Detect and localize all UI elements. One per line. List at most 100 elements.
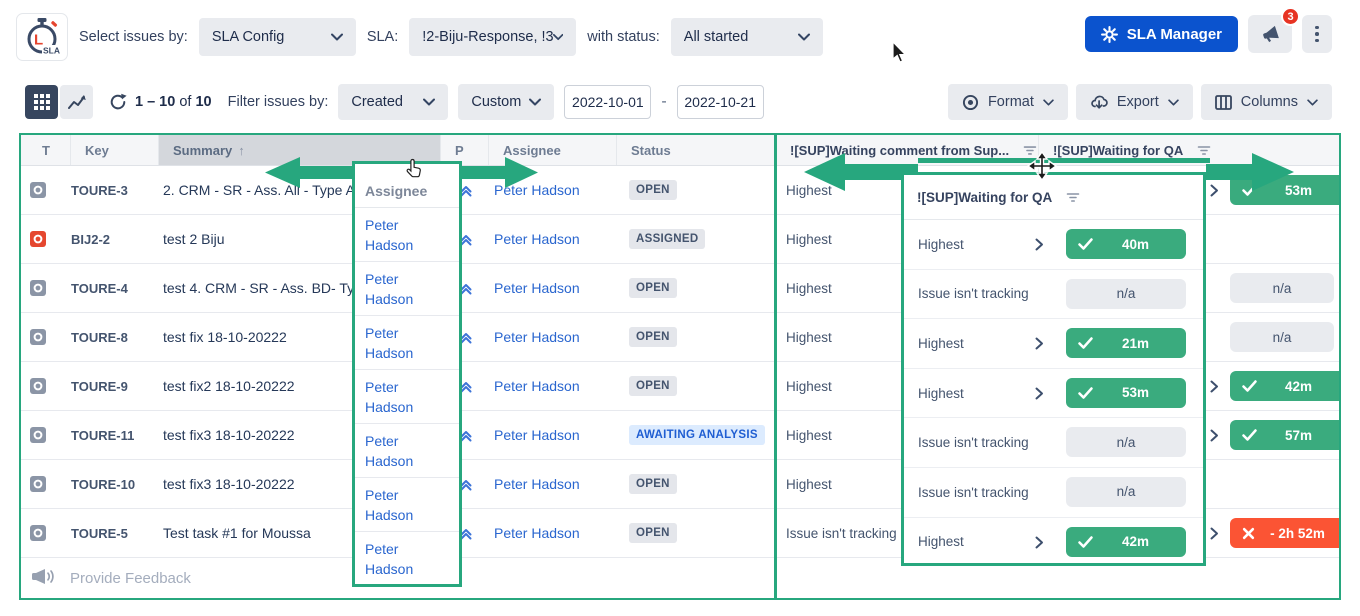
sla-priority-label: Highest: [918, 335, 964, 351]
issue-key[interactable]: TOURE-8: [71, 313, 159, 361]
column-header-type[interactable]: T: [21, 135, 71, 165]
sla-label: SLA:: [366, 29, 399, 45]
chevron-down-icon: [1307, 98, 1318, 106]
assignee-link[interactable]: Peter Hadson: [365, 487, 413, 523]
status-badge: OPEN: [629, 523, 677, 543]
assignee-link[interactable]: Peter Hadson: [494, 231, 580, 247]
assignee-link[interactable]: Peter Hadson: [494, 378, 580, 394]
issue-key[interactable]: TOURE-5: [71, 509, 159, 557]
expand-chevron-icon[interactable]: [1210, 380, 1219, 393]
sla-na-badge: n/a: [1230, 273, 1334, 303]
filter-icon[interactable]: [1196, 143, 1212, 158]
assignee-column-drag-overlay[interactable]: Assignee Peter Hadson Peter Hadson Peter…: [352, 161, 462, 587]
status-dropdown[interactable]: All started: [670, 18, 823, 56]
assignee-link[interactable]: Peter Hadson: [365, 325, 413, 361]
date-from-input[interactable]: 2022-10-01: [564, 85, 652, 119]
assignee-link[interactable]: Peter Hadson: [365, 541, 413, 577]
issue-key[interactable]: TOURE-11: [71, 411, 159, 459]
chevron-down-icon: [330, 33, 343, 41]
status-badge: OPEN: [629, 474, 677, 494]
filter-field-dropdown[interactable]: Created: [338, 84, 449, 120]
issue-key[interactable]: TOURE-4: [71, 264, 159, 312]
check-icon: [1242, 184, 1257, 196]
assignee-link[interactable]: Peter Hadson: [494, 427, 580, 443]
assignee-link[interactable]: Peter Hadson: [365, 433, 413, 469]
check-icon: [1078, 238, 1093, 250]
check-icon: [1078, 535, 1093, 548]
sla-manager-label: SLA Manager: [1126, 25, 1222, 43]
list-item: Peter Hadson: [355, 262, 459, 316]
assignee-link[interactable]: Peter Hadson: [365, 379, 413, 415]
expand-chevron-icon[interactable]: [1210, 527, 1219, 540]
list-item: Peter Hadson: [355, 424, 459, 478]
pagination: 1 – 10 of 10: [109, 93, 212, 111]
issue-key[interactable]: BIJ2-2: [71, 215, 159, 263]
assignee-link[interactable]: Peter Hadson: [365, 217, 413, 253]
filter-icon[interactable]: [1065, 190, 1081, 205]
assignee-link[interactable]: Peter Hadson: [494, 329, 580, 345]
sla-priority-label: Issue isn't tracking: [918, 484, 1029, 500]
column-header-sla-qa[interactable]: ![SUP]Waiting for QA: [1039, 135, 1339, 165]
assignee-link[interactable]: Peter Hadson: [494, 182, 580, 198]
announcements-button[interactable]: 3: [1248, 7, 1300, 53]
sla-na-badge: n/a: [1230, 322, 1334, 352]
format-button[interactable]: Format: [947, 84, 1068, 120]
expand-chevron-icon[interactable]: [1035, 238, 1044, 251]
filter-period-dropdown[interactable]: Custom: [458, 84, 555, 120]
grid-view-button[interactable]: [25, 85, 58, 119]
svg-text:L: L: [34, 32, 43, 49]
expand-chevron-icon[interactable]: [1210, 184, 1219, 197]
assignee-cell: Peter Hadson: [489, 411, 617, 459]
assignee-cell: Peter Hadson: [489, 509, 617, 557]
chart-icon: [67, 95, 86, 109]
status-cell: OPEN: [617, 509, 776, 557]
column-header-status[interactable]: Status: [617, 135, 776, 165]
issue-key[interactable]: TOURE-9: [71, 362, 159, 410]
list-item: Issue isn't tracking n/a: [904, 270, 1203, 320]
issue-key[interactable]: TOURE-10: [71, 460, 159, 508]
column-header-assignee[interactable]: Assignee: [489, 135, 617, 165]
expand-chevron-icon[interactable]: [1210, 429, 1219, 442]
date-to-input[interactable]: 2022-10-21: [676, 85, 764, 119]
more-menu-button[interactable]: [1302, 15, 1332, 53]
expand-chevron-icon[interactable]: [1035, 387, 1044, 400]
grid-toolbar: 1 – 10 of 10 Filter issues by: Created C…: [25, 84, 764, 120]
filter-icon[interactable]: [1022, 143, 1038, 158]
sla-priority-label: Highest: [918, 534, 964, 550]
cloud-download-icon: [1091, 95, 1108, 109]
assignee-link[interactable]: Peter Hadson: [494, 476, 580, 492]
sla-value: !2-Biju-Response, !3. ...: [422, 29, 553, 45]
sla-time-metrics-app: L SLA Select issues by: SLA Config SLA: …: [0, 0, 1360, 616]
export-button[interactable]: Export: [1075, 84, 1193, 120]
column-header-key[interactable]: Key: [71, 135, 159, 165]
sla-manager-button[interactable]: SLA Manager: [1084, 16, 1238, 52]
chevron-down-icon: [529, 98, 542, 106]
assignee-link[interactable]: Peter Hadson: [365, 271, 413, 307]
list-item: Peter Hadson: [355, 478, 459, 532]
qa-column-drag-overlay[interactable]: ![SUP]Waiting for QA Highest 40m Issue i…: [901, 172, 1206, 566]
status-cell: AWAITING ANALYSIS: [617, 411, 776, 459]
columns-button[interactable]: Columns: [1200, 84, 1332, 120]
expand-chevron-icon[interactable]: [1035, 536, 1044, 549]
sla-time-badge: 40m: [1066, 229, 1186, 259]
check-icon: [1078, 387, 1093, 399]
expand-chevron-icon[interactable]: [1035, 337, 1044, 350]
kebab-icon: [1315, 25, 1319, 43]
chart-view-button[interactable]: [60, 85, 93, 119]
assignee-link[interactable]: Peter Hadson: [494, 525, 580, 541]
sla-na-badge: n/a: [1066, 427, 1186, 458]
columns-label: Columns: [1240, 94, 1298, 110]
sla-time-badge: 57m: [1230, 420, 1339, 450]
list-item: Peter Hadson: [355, 208, 459, 262]
select-issues-dropdown[interactable]: SLA Config: [198, 18, 356, 56]
filter-issues-label: Filter issues by:: [227, 94, 329, 110]
sla-breached-badge: - 2h 52m: [1230, 518, 1339, 548]
drag-column-header: Assignee: [355, 164, 459, 208]
column-header-sla-sup[interactable]: ![SUP]Waiting comment from Sup...: [776, 135, 1039, 165]
refresh-icon[interactable]: [109, 93, 127, 111]
issue-key[interactable]: TOURE-3: [71, 166, 159, 214]
assignee-link[interactable]: Peter Hadson: [494, 280, 580, 296]
sla-dropdown[interactable]: !2-Biju-Response, !3. ...: [409, 18, 577, 56]
assignee-cell: Peter Hadson: [489, 362, 617, 410]
select-issues-value: SLA Config: [211, 29, 285, 45]
